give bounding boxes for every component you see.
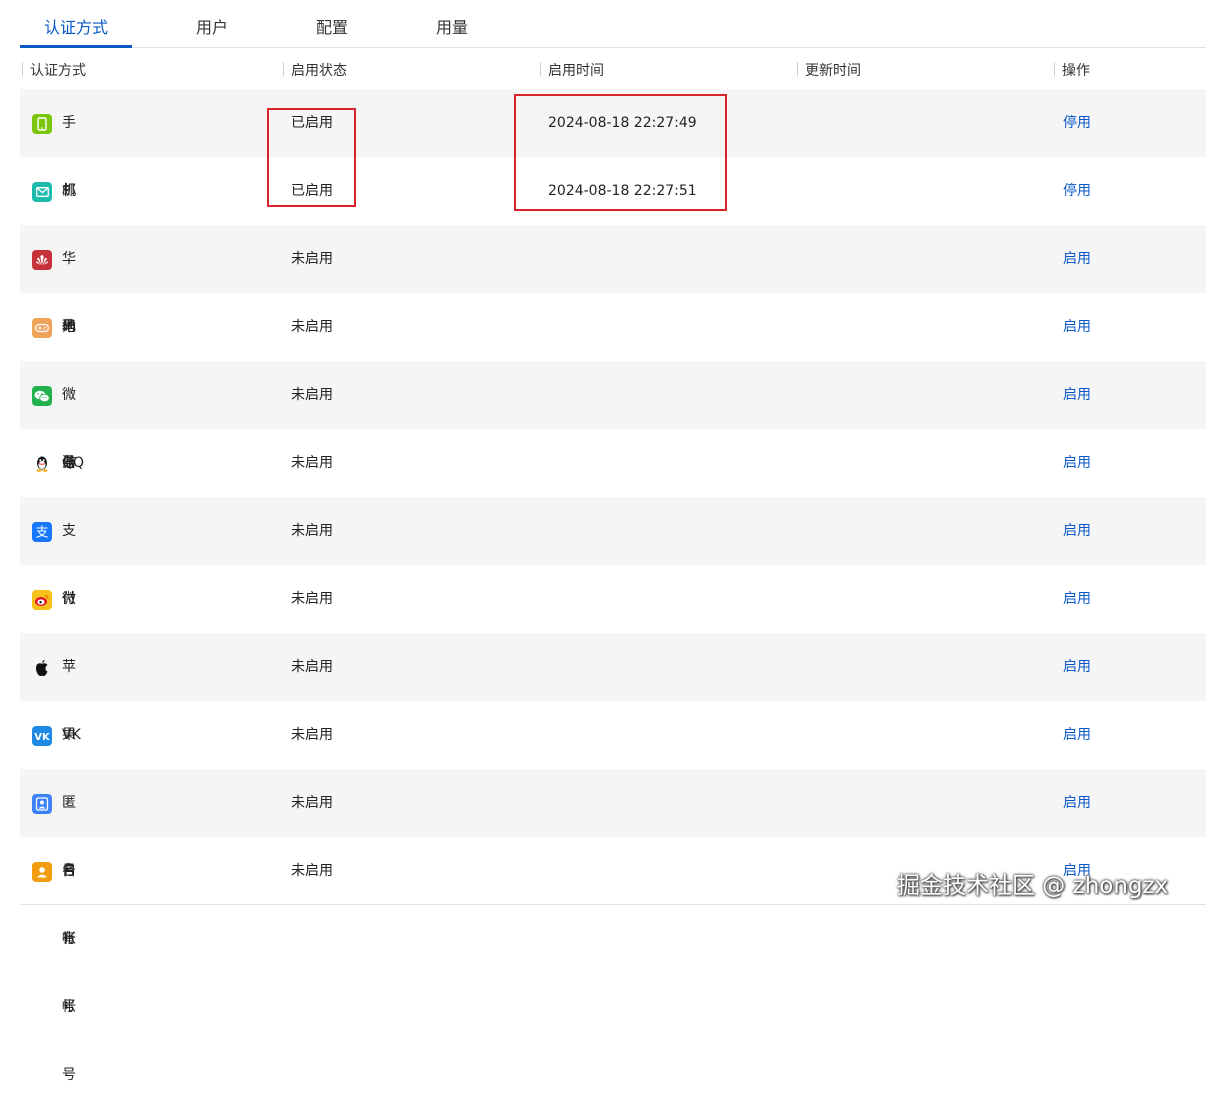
vk-icon: VK: [32, 726, 52, 746]
status-text: 未启用: [291, 659, 333, 675]
table-row: 支支付宝未启用启用: [20, 497, 1206, 675]
table-row: 苹果帐号未启用启用: [20, 633, 1206, 879]
highlight-box-time: [514, 94, 727, 211]
highlight-box-status: [267, 108, 356, 207]
status-text: 未启用: [291, 455, 333, 471]
tab-auth-methods[interactable]: 认证方式: [44, 14, 108, 38]
apple-icon: [32, 658, 52, 678]
status-text: 未启用: [291, 795, 333, 811]
status-text: 未启用: [291, 863, 333, 879]
wechat-icon: [32, 386, 52, 406]
tab-config[interactable]: 配置: [316, 14, 348, 38]
table-row: 匿名帐号 未启用 启用: [20, 769, 1206, 1015]
tab-bar: 认证方式 用户 配置 用量: [20, 0, 1206, 48]
gamepad-icon: [32, 318, 52, 338]
status-text: 未启用: [291, 251, 333, 267]
column-header-action: 操作: [1054, 60, 1090, 80]
method-label: 自有帐号: [62, 863, 76, 1083]
enable-button[interactable]: 启用: [1063, 497, 1091, 565]
mail-icon: [32, 182, 52, 202]
status-text: 未启用: [291, 387, 333, 403]
status-text: 未启用: [291, 319, 333, 335]
enable-button[interactable]: 启用: [1063, 701, 1091, 769]
weibo-icon: [32, 590, 52, 610]
table-row: 华为帐号未启用启用: [20, 225, 1206, 471]
column-header-updated-time: 更新时间: [797, 60, 861, 80]
tab-users[interactable]: 用户: [196, 14, 228, 38]
method-label: VK: [62, 727, 81, 743]
qq-icon: [32, 454, 52, 474]
table-row: VK VK 未启用 启用: [20, 701, 1206, 769]
disable-button[interactable]: 停用: [1063, 157, 1091, 225]
table-bottom-border: [20, 904, 1206, 905]
watermark: 掘金技术社区 @ zhongzx: [897, 873, 1169, 899]
table-row: 微信 未启用 启用: [20, 361, 1206, 471]
column-header-method: 认证方式: [22, 60, 86, 80]
column-header-enabled-time: 启用时间: [540, 60, 604, 80]
enable-button[interactable]: 启用: [1063, 633, 1091, 701]
own-account-icon: [32, 862, 52, 882]
column-header-status: 启用状态: [283, 60, 347, 80]
anonymous-icon: [32, 794, 52, 814]
status-text: 未启用: [291, 591, 333, 607]
svg-text:VK: VK: [34, 732, 50, 741]
status-text: 未启用: [291, 727, 333, 743]
phone-icon: [32, 114, 52, 134]
enable-button[interactable]: 启用: [1063, 361, 1091, 429]
enable-button[interactable]: 启用: [1063, 293, 1091, 361]
huawei-icon: [32, 250, 52, 270]
enable-button[interactable]: 启用: [1063, 429, 1091, 497]
enable-button[interactable]: 启用: [1063, 225, 1091, 293]
alipay-icon: 支: [32, 522, 52, 542]
svg-text:支: 支: [35, 526, 48, 541]
table-header: 认证方式 启用状态 启用时间 更新时间 操作: [20, 48, 1206, 89]
enable-button[interactable]: 启用: [1063, 769, 1091, 837]
table-row: 微博未启用启用: [20, 565, 1206, 675]
table-row: QQ 未启用 启用: [20, 429, 1206, 497]
enable-button[interactable]: 启用: [1063, 565, 1091, 633]
method-label: QQ: [62, 455, 85, 471]
tab-usage[interactable]: 用量: [436, 14, 468, 38]
status-text: 未启用: [291, 523, 333, 539]
table-row: 华为游戏未启用启用: [20, 293, 1206, 539]
disable-button[interactable]: 停用: [1063, 89, 1091, 157]
